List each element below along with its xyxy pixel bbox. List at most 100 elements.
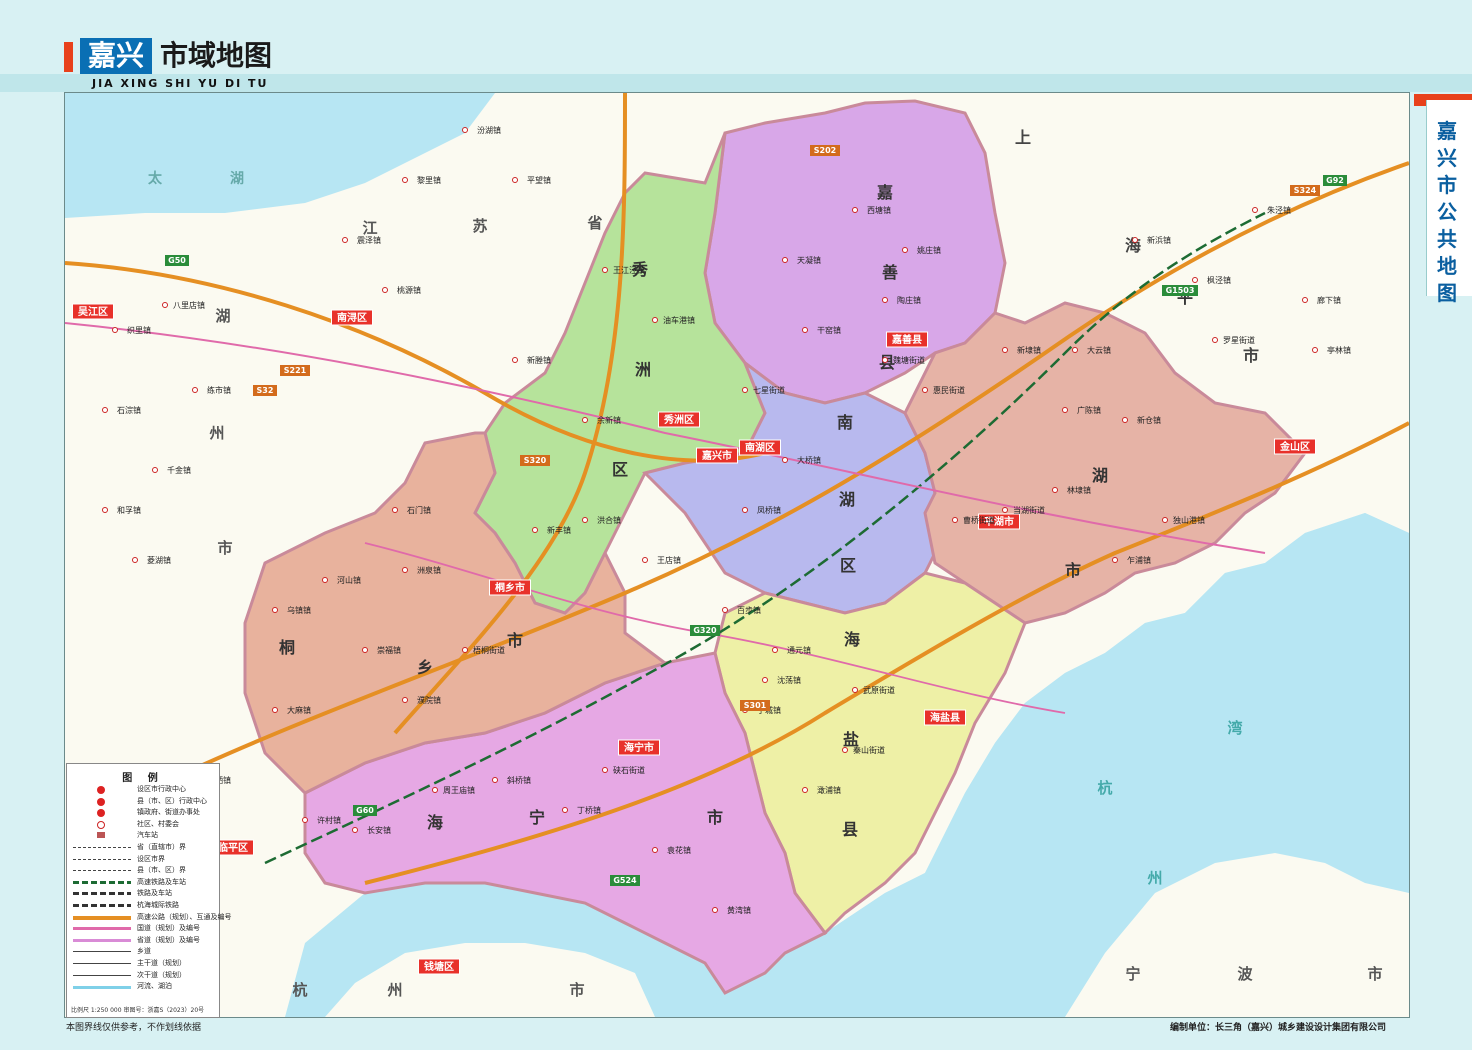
town-label: 魏塘街道	[893, 355, 925, 365]
town-label: 通元镇	[787, 645, 811, 655]
map-canvas[interactable]: 秀洲区南湖区嘉善县平湖市海盐县海宁市桐乡市江苏省上海市湖州市杭州市宁波市太 湖杭州…	[65, 93, 1409, 1017]
town-label: 西塘镇	[867, 205, 891, 215]
town-marker	[402, 567, 408, 573]
legend-symbol-bus	[97, 832, 105, 839]
town-label: 洲泉镇	[417, 565, 441, 575]
town-label: 斜桥镇	[507, 775, 531, 785]
legend-item: 县（市、区）行政中心	[67, 796, 219, 808]
town-marker	[1312, 347, 1318, 353]
town-label: 余新镇	[597, 415, 621, 425]
legend-item: 汽车站	[67, 830, 219, 842]
town-marker	[582, 517, 588, 523]
region-label-haining-0: 海	[427, 813, 443, 832]
town-label: 王店镇	[657, 555, 681, 565]
neighbor-taihu-1: 湖	[230, 171, 244, 187]
region-label-xiuzhou-2: 区	[612, 460, 628, 479]
town-label: 黄湾镇	[727, 905, 751, 915]
legend-item: 设区市界	[67, 854, 219, 866]
town-marker	[802, 787, 808, 793]
legend-label: 高速公路（规划）、互通及编号	[137, 912, 232, 921]
legend-item: 主干道（规划）	[67, 958, 219, 970]
town-marker	[952, 517, 958, 523]
legend-symbol-dashdot	[73, 846, 131, 849]
town-label: 石门镇	[407, 505, 431, 515]
town-label: 河山镇	[337, 575, 361, 585]
legend-label: 主干道（规划）	[137, 958, 186, 967]
town-marker	[1132, 237, 1138, 243]
legend-item: 国道（规划）及编号	[67, 923, 219, 935]
town-marker	[102, 407, 108, 413]
town-marker	[852, 687, 858, 693]
region-label-xiuzhou-1: 洲	[635, 360, 651, 379]
legend-item: 社区、村委会	[67, 819, 219, 831]
legend-item: 高速公路（规划）、互通及编号	[67, 912, 232, 924]
legend-symbol-national	[73, 927, 131, 931]
town-marker	[462, 127, 468, 133]
neighbor-shanghai-2: 市	[1243, 346, 1259, 365]
neighbor-jiangsu-0: 江	[362, 219, 377, 237]
town-label: 曹桥街道	[963, 515, 995, 525]
town-label: 天凝镇	[797, 255, 821, 265]
town-label: 武原街道	[863, 685, 895, 695]
legend-item: 设区市行政中心	[67, 784, 219, 796]
town-label: 新塍镇	[527, 355, 551, 365]
city-badge-haining: 海宁市	[624, 741, 654, 754]
town-marker	[902, 247, 908, 253]
town-marker	[842, 747, 848, 753]
town-marker	[432, 787, 438, 793]
legend-title: 图 例	[122, 773, 164, 784]
region-label-haiyan-0: 海	[844, 630, 860, 649]
neighbor-huzhou-1: 州	[208, 424, 224, 442]
town-label: 乌镇镇	[287, 605, 311, 615]
legend-item: 省（直辖市）界	[67, 842, 219, 854]
road-shield: S324	[1294, 186, 1317, 195]
town-marker	[602, 767, 608, 773]
town-label: 油车港镇	[663, 315, 695, 325]
town-marker	[922, 387, 928, 393]
map-frame[interactable]: 秀洲区南湖区嘉善县平湖市海盐县海宁市桐乡市江苏省上海市湖州市杭州市宁波市太湖杭州…	[64, 92, 1410, 1018]
legend-symbol-provincial	[73, 938, 131, 942]
title-highlight: 嘉兴	[80, 38, 153, 74]
legend-item: 次干道（规划）	[67, 970, 219, 982]
town-marker	[462, 647, 468, 653]
town-marker	[782, 457, 788, 463]
town-marker	[722, 607, 728, 613]
town-label: 崇福镇	[377, 645, 401, 655]
town-marker	[512, 357, 518, 363]
town-marker	[602, 267, 608, 273]
legend-symbol-river	[73, 986, 131, 990]
city-badge-jiashan: 嘉善县	[891, 333, 922, 346]
town-label: 亭林镇	[1327, 345, 1351, 355]
neighbor-hzbay-0: 杭	[1097, 779, 1112, 797]
town-marker	[402, 697, 408, 703]
legend-symbol-xiang	[73, 951, 131, 953]
town-label: 练市镇	[207, 385, 231, 395]
city-badge-linping: 临平区	[218, 841, 248, 854]
town-label: 澉浦镇	[817, 785, 841, 795]
town-marker	[742, 507, 748, 513]
legend-symbol-rail	[73, 892, 131, 896]
town-marker	[642, 557, 648, 563]
town-marker	[342, 237, 348, 243]
town-marker	[362, 647, 368, 653]
town-marker	[1112, 557, 1118, 563]
legend-item: 河流、湖泊	[67, 981, 219, 993]
town-label: 百步镇	[737, 605, 761, 615]
town-marker	[1072, 347, 1078, 353]
city-badge-nanxun: 南浔区	[337, 311, 367, 324]
neighbor-ningbo-2: 市	[1367, 965, 1382, 983]
road-shield: G92	[1326, 176, 1344, 185]
legend-item: 镇政府、街道办事处	[67, 807, 219, 819]
town-marker	[302, 817, 308, 823]
legend-item: 县（市、区）界	[67, 865, 219, 877]
town-marker	[382, 287, 388, 293]
region-label-tongxiang-1: 乡	[417, 658, 433, 677]
road-shield: S32	[257, 386, 274, 395]
town-label: 石淙镇	[117, 405, 141, 415]
town-label: 秦山街道	[853, 745, 885, 755]
neighbor-hangzhou-1: 州	[386, 981, 402, 999]
region-label-nanhu-2: 区	[840, 556, 856, 575]
town-marker	[1002, 347, 1008, 353]
road-shield: G524	[613, 876, 637, 885]
region-label-pinghu-2: 市	[1065, 561, 1081, 580]
